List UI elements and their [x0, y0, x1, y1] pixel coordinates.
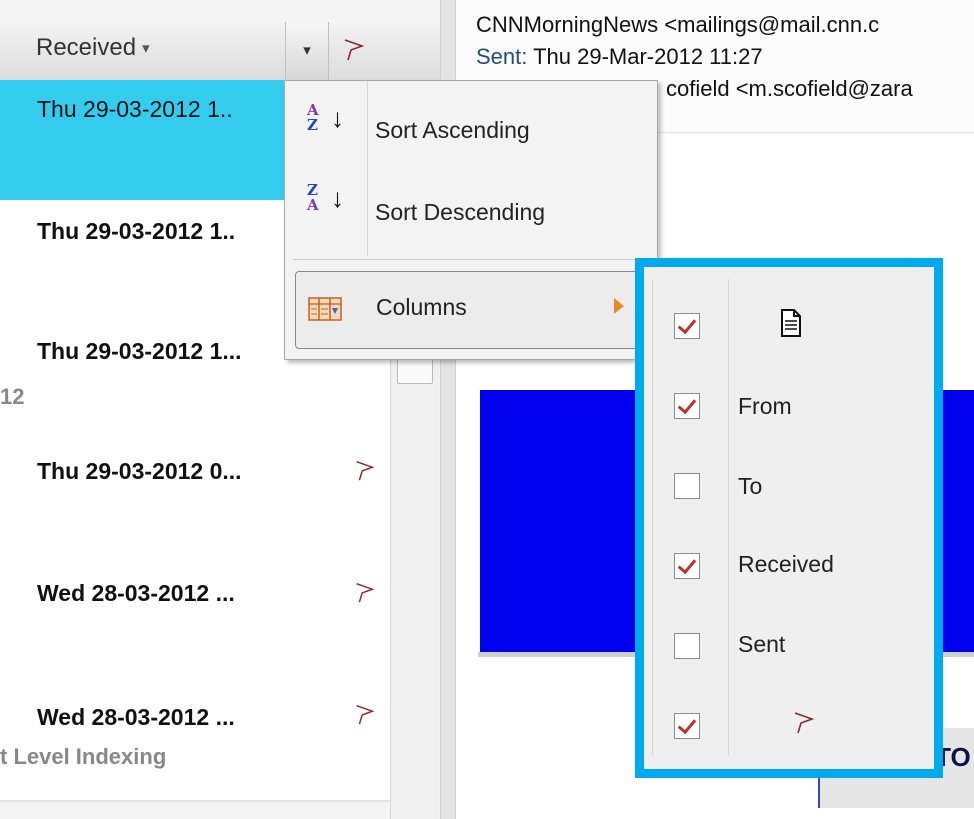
sort-caret-icon: ▾	[142, 40, 150, 57]
columns-icon	[308, 296, 342, 327]
message-row-6[interactable]: Wed 28-03-2012 ... t Level Indexing	[0, 684, 390, 802]
menu-separator	[293, 259, 649, 260]
checkbox[interactable]	[674, 633, 700, 659]
column-option-flag[interactable]	[644, 687, 934, 767]
down-arrow-icon: ↓	[331, 183, 344, 213]
flag-icon[interactable]	[352, 580, 376, 609]
sent-value: Thu 29-Mar-2012 11:27	[533, 44, 763, 69]
sort-icon-bottom: Z	[307, 116, 318, 134]
menu-item-columns[interactable]: Columns	[295, 271, 645, 349]
sort-ascending-icon: A Z	[307, 103, 319, 133]
down-arrow-icon: ↓	[331, 103, 344, 133]
sent-label: Sent:	[476, 44, 528, 69]
column-dropdown-button[interactable]: ▾	[285, 22, 329, 80]
chevron-down-icon: ▾	[303, 42, 311, 59]
column-option-attachment[interactable]	[644, 287, 934, 367]
submenu-arrow-icon	[614, 298, 624, 314]
flag-icon[interactable]	[352, 702, 376, 731]
flag-icon	[344, 39, 365, 61]
column-option-sent[interactable]: Sent	[644, 607, 934, 687]
columns-submenu: From To Received Sent	[635, 258, 943, 778]
message-date: Thu 29-03-2012 0...	[37, 458, 242, 484]
message-date: Wed 28-03-2012 ...	[37, 704, 235, 730]
menu-item-sort-descending[interactable]: Z A ↓ Sort Descending	[285, 169, 657, 249]
sort-descending-label: Sort Descending	[375, 199, 546, 225]
flag-icon[interactable]	[352, 458, 376, 487]
received-header-label: Received	[36, 34, 137, 61]
column-option-received[interactable]: Received	[644, 527, 934, 607]
checkbox[interactable]	[674, 313, 700, 339]
checkbox[interactable]	[674, 473, 700, 499]
columns-label: Columns	[376, 294, 467, 320]
sort-icon-bottom: A	[307, 196, 319, 214]
flag-column-header[interactable]	[340, 36, 366, 67]
column-option-to[interactable]: To	[644, 447, 934, 527]
column-option-label: From	[738, 393, 792, 419]
column-context-menu: A Z ↓ Sort Ascending Z A ↓ Sort Descendi…	[284, 80, 658, 360]
column-option-label: Sent	[738, 631, 786, 657]
to-value: cofield <m.scofield@zara	[666, 76, 913, 101]
message-preview: t Level Indexing	[0, 744, 167, 769]
checkbox[interactable]	[674, 553, 700, 579]
column-option-label: To	[738, 473, 763, 499]
checkbox[interactable]	[674, 393, 700, 419]
sort-descending-icon: Z A	[307, 183, 319, 213]
column-option-label: Received	[738, 551, 834, 577]
menu-item-sort-ascending[interactable]: A Z ↓ Sort Ascending	[285, 89, 657, 169]
message-date: Wed 28-03-2012 ...	[37, 580, 235, 606]
received-column-header[interactable]: Received ▾	[36, 34, 150, 62]
message-date: Thu 29-03-2012 1..	[37, 96, 233, 122]
message-preview: 12	[0, 384, 25, 409]
flag-icon	[790, 709, 816, 740]
sent-line: Sent: Thu 29-Mar-2012 11:27	[476, 44, 763, 70]
column-option-from[interactable]: From	[644, 367, 934, 447]
message-date: Thu 29-03-2012 1..	[37, 218, 236, 244]
message-date: Thu 29-03-2012 1...	[37, 338, 242, 364]
from-value: CNNMorningNews <mailings@mail.cnn.c	[476, 12, 880, 37]
sort-ascending-label: Sort Ascending	[375, 117, 530, 143]
message-row-5[interactable]: Wed 28-03-2012 ...	[0, 562, 390, 686]
document-icon	[780, 309, 802, 342]
checkbox[interactable]	[674, 713, 700, 739]
message-row-4[interactable]: Thu 29-03-2012 0...	[0, 440, 390, 564]
